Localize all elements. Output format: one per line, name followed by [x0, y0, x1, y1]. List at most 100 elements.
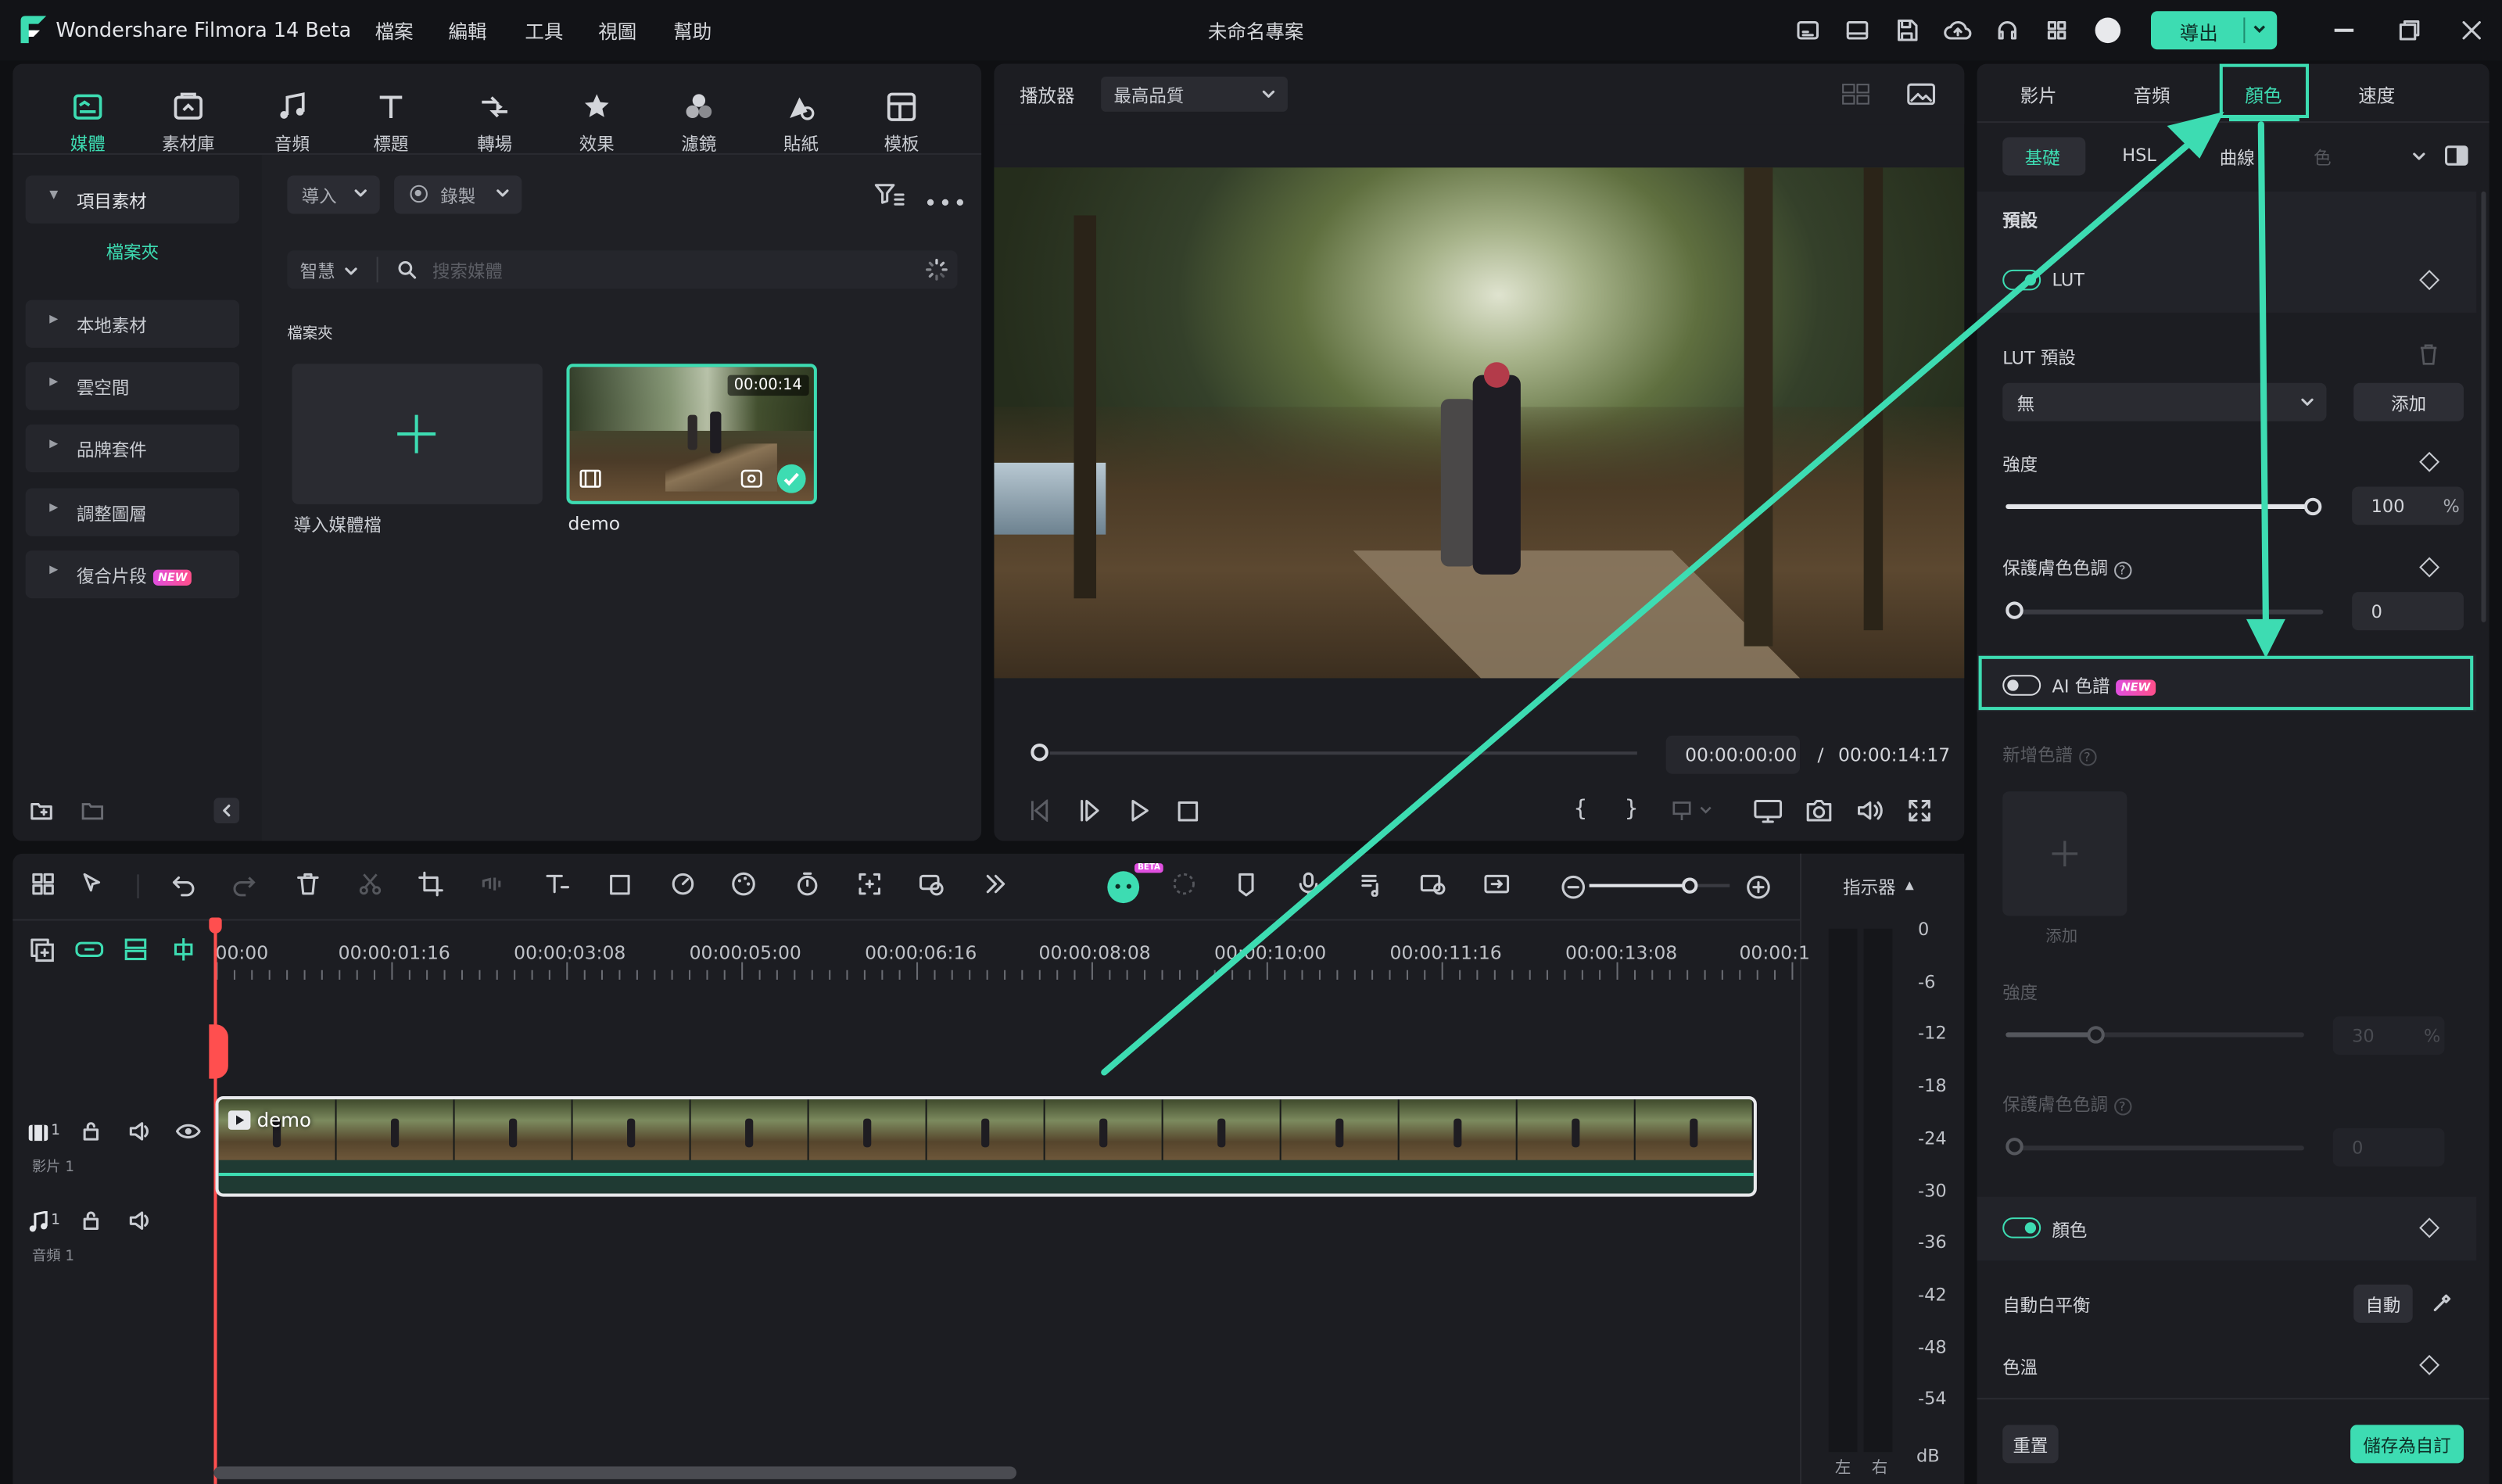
mark-in-icon[interactable]: {: [1573, 796, 1587, 822]
search-input[interactable]: 搜索媒體: [432, 259, 503, 285]
timeline-h-scrollbar[interactable]: [213, 1466, 1016, 1479]
auto-wb-button[interactable]: 自動: [2353, 1284, 2413, 1323]
lut-add-button[interactable]: 添加: [2353, 382, 2464, 421]
collapse-sidebar-button[interactable]: [213, 798, 240, 824]
close-icon[interactable]: [2461, 19, 2483, 41]
lock-icon[interactable]: [80, 1210, 102, 1232]
stop-icon[interactable]: [1178, 801, 1199, 822]
insert-icon[interactable]: [1671, 799, 1715, 822]
next-frame-icon[interactable]: [1077, 799, 1103, 822]
link-icon[interactable]: [75, 938, 104, 961]
lut-toggle[interactable]: [2002, 269, 2041, 291]
menu-edit[interactable]: 編輯: [448, 17, 486, 45]
speed-icon[interactable]: [670, 871, 696, 897]
restore-icon[interactable]: [2398, 19, 2421, 41]
filter-sort-icon[interactable]: [873, 181, 905, 210]
strength-slider-knob[interactable]: [2303, 497, 2322, 516]
add-track-icon[interactable]: [29, 937, 55, 962]
tool-effects-star[interactable]: 效果: [552, 89, 641, 156]
snap-icon[interactable]: [170, 937, 196, 962]
tool-sticker[interactable]: 貼紙: [756, 89, 845, 156]
prev-frame-icon[interactable]: [1026, 799, 1052, 823]
sidebar-item-adjustment-layer[interactable]: ▶ 調整圖層: [25, 488, 240, 536]
playback-progress-track[interactable]: [1049, 751, 1637, 755]
meter-label[interactable]: 指示器: [1843, 874, 1895, 900]
grid-view-icon[interactable]: [1841, 83, 1870, 106]
save-custom-button[interactable]: 儲存為自訂: [2350, 1425, 2464, 1464]
more-options-icon[interactable]: •••: [924, 192, 969, 217]
microphone-icon[interactable]: [1296, 871, 1321, 897]
current-time-box[interactable]: 00:00:00:00: [1665, 735, 1801, 774]
playhead[interactable]: [213, 920, 217, 1484]
sidebar-item-cloud[interactable]: ▶ 雲空間: [25, 362, 240, 410]
export-button[interactable]: 導出: [2150, 11, 2278, 50]
demo-timeline-clip[interactable]: demo: [215, 1096, 1757, 1197]
select-pointer-icon[interactable]: [80, 871, 106, 897]
menu-view[interactable]: 視圖: [598, 17, 636, 45]
compare-split-icon[interactable]: [2445, 145, 2469, 167]
import-media-tile[interactable]: [292, 364, 543, 504]
image-snapshot-icon[interactable]: [1907, 81, 1936, 107]
apps-grid-icon[interactable]: [2044, 17, 2070, 43]
reset-button[interactable]: 重置: [2002, 1425, 2059, 1464]
subtitle-icon[interactable]: [1795, 17, 1821, 43]
strength-input[interactable]: 100%: [2352, 486, 2464, 525]
sidebar-item-compound-clip[interactable]: ▶ 復合片段 NEW: [25, 550, 240, 599]
video-preview[interactable]: [994, 167, 1965, 679]
import-dropdown[interactable]: 導入: [287, 175, 380, 214]
fullscreen-icon[interactable]: [1909, 799, 1931, 822]
tab-speed[interactable]: 速度: [2358, 83, 2395, 109]
audio-mix-icon[interactable]: [1358, 871, 1384, 897]
tab-audio[interactable]: 音頻: [2134, 83, 2170, 109]
play-icon[interactable]: [1128, 799, 1151, 822]
tool-template[interactable]: 模板: [857, 89, 946, 156]
chevron-down-icon[interactable]: [343, 263, 359, 279]
sidebar-project-media[interactable]: ▼ 項目素材: [25, 175, 240, 224]
color-palette-icon[interactable]: [731, 871, 757, 897]
quality-dropdown[interactable]: 最高品質: [1101, 76, 1288, 112]
display-settings-icon[interactable]: [1754, 798, 1783, 823]
audio-edit-icon[interactable]: [480, 871, 506, 897]
chevron-down-icon[interactable]: [2250, 19, 2269, 38]
minimize-icon[interactable]: [2334, 28, 2354, 31]
volume-icon[interactable]: [1855, 798, 1884, 823]
folder-icon[interactable]: [80, 798, 106, 823]
tool-title-text[interactable]: 標題: [346, 89, 436, 156]
mark-out-icon[interactable]: }: [1625, 796, 1639, 822]
auto-caption-icon[interactable]: [919, 871, 945, 897]
layout-grid-icon[interactable]: [30, 871, 56, 897]
text-tool-icon[interactable]: [544, 871, 570, 897]
tab-video[interactable]: 影片: [2020, 83, 2057, 109]
redo-icon[interactable]: [231, 871, 257, 897]
playback-scrubber[interactable]: [1031, 744, 1048, 762]
subtab-more[interactable]: 色: [2314, 145, 2331, 171]
render-icon[interactable]: [1171, 871, 1197, 897]
menu-help[interactable]: 幫助: [673, 17, 712, 45]
save-icon[interactable]: [1894, 17, 1920, 43]
delete-icon[interactable]: [296, 871, 321, 897]
mute-audio-icon[interactable]: [127, 1210, 153, 1232]
lock-icon[interactable]: [80, 1120, 102, 1143]
camera-snapshot-icon[interactable]: [1805, 798, 1833, 823]
ai-crop-icon[interactable]: [857, 871, 883, 897]
sidebar-item-local[interactable]: ▶ 本地素材: [25, 299, 240, 348]
menu-file[interactable]: 檔案: [375, 17, 414, 45]
props-scrollbar[interactable]: [2481, 191, 2486, 622]
more-tools-icon[interactable]: [983, 871, 1009, 897]
cloud-upload-icon[interactable]: [1944, 17, 1973, 43]
tool-media[interactable]: 媒體: [43, 89, 132, 156]
smart-search-label[interactable]: 智慧: [300, 259, 335, 285]
lut-preset-dropdown[interactable]: 無: [2002, 382, 2327, 421]
shape-mask-icon[interactable]: [608, 871, 634, 897]
timer-icon[interactable]: [794, 871, 820, 897]
add-palette-tile[interactable]: [2002, 791, 2127, 916]
demo-clip-thumbnail[interactable]: 00:00:14: [566, 364, 817, 504]
track-manage-icon[interactable]: [123, 937, 149, 962]
color-toggle[interactable]: [2002, 1217, 2041, 1238]
replace-icon[interactable]: [1420, 871, 1446, 897]
crop-icon[interactable]: [418, 871, 444, 897]
help-icon[interactable]: ?: [2113, 561, 2131, 579]
eyedropper-icon[interactable]: [2432, 1291, 2454, 1314]
layout-icon[interactable]: [1844, 17, 1870, 43]
new-folder-icon[interactable]: [29, 798, 55, 823]
